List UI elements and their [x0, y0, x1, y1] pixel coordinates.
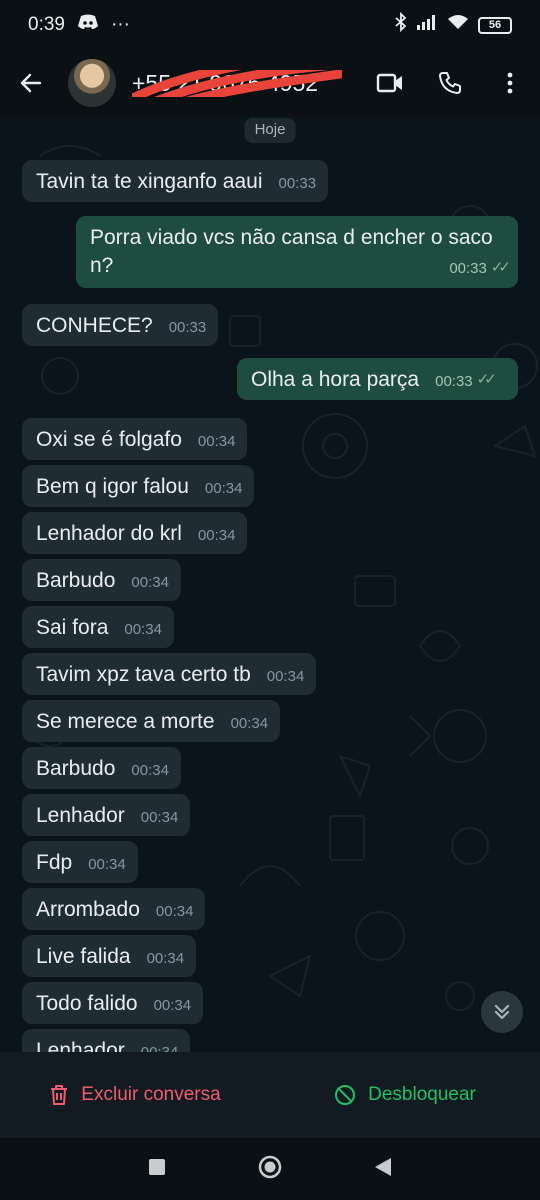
message-text: Live falida [36, 945, 131, 968]
message-time: 00:34 [197, 527, 236, 544]
wifi-icon [447, 14, 469, 36]
contact-avatar[interactable] [68, 59, 116, 107]
message-time: 00:34 [140, 809, 179, 826]
chat-area[interactable]: Hoje Tavin ta te xinganfo aaui 00:33 Por… [0, 116, 540, 1052]
message-time: 00:34 [266, 668, 305, 685]
message-text: Barbudo [36, 569, 116, 592]
message-time: 00:33 [435, 373, 473, 390]
message-time: 00:33 [168, 319, 207, 336]
video-camera-icon [376, 73, 402, 93]
chat-header: +55 21 9676 4952 [0, 50, 540, 116]
message-time: 00:34 [153, 997, 192, 1014]
blocked-actions-bar: Excluir conversa Desbloquear [0, 1052, 540, 1138]
signal-icon [416, 14, 438, 36]
message-text: Barbudo [36, 757, 116, 780]
message-text: Porra viado vcs não cansa d encher o sac… [90, 226, 493, 277]
message-text: Lenhador [36, 1039, 125, 1052]
message-bubble[interactable]: Tavin ta te xinganfo aaui 00:33 [22, 160, 329, 202]
unblock-label: Desbloquear [368, 1084, 476, 1105]
message-bubble[interactable]: Lenhador 00:34 [22, 1029, 191, 1052]
block-icon [335, 1085, 356, 1105]
message-bubble[interactable]: Fdp 00:34 [22, 841, 138, 883]
message-bubble[interactable]: Bem q igor falou 00:34 [22, 465, 255, 507]
back-nav-button[interactable] [373, 1156, 393, 1183]
home-button[interactable] [257, 1154, 283, 1185]
message-text: Tavim xpz tava certo tb [36, 663, 251, 686]
message-bubble[interactable]: CONHECE? 00:33 [22, 304, 219, 346]
menu-button[interactable] [480, 50, 540, 116]
message-bubble[interactable]: Barbudo 00:34 [22, 747, 181, 789]
message-bubble[interactable]: Tavim xpz tava certo tb 00:34 [22, 653, 317, 695]
more-notifications-icon: ··· [110, 14, 130, 35]
discord-icon [77, 14, 99, 36]
voice-call-button[interactable] [420, 50, 480, 116]
message-time: 00:34 [88, 856, 126, 873]
message-bubble[interactable]: Arrombado 00:34 [22, 888, 206, 930]
triangle-back-icon [375, 1157, 391, 1176]
message-bubble[interactable]: Sai fora 00:34 [22, 606, 174, 648]
message-text: Tavin ta te xinganfo aaui [36, 170, 263, 193]
redaction-scribble [132, 69, 342, 97]
message-bubble[interactable]: Porra viado vcs não cansa d encher o sac… [76, 216, 518, 288]
message-time: 00:34 [155, 903, 194, 920]
message-time: 00:33 [278, 175, 317, 192]
message-text: Arrombado [36, 898, 140, 921]
message-text: Olha a hora parça [251, 368, 420, 391]
message-time: 00:34 [131, 762, 169, 779]
status-bar: 0:39 ··· 56 [0, 0, 540, 50]
trash-icon [51, 1085, 68, 1105]
message-bubble[interactable]: Live falida 00:34 [22, 935, 197, 977]
back-button[interactable] [0, 50, 62, 116]
message-time: 00:33 [449, 260, 487, 277]
circle-icon [258, 1155, 282, 1178]
message-text: Lenhador do krl [36, 522, 182, 545]
message-bubble[interactable]: Oxi se é folgafo 00:34 [22, 418, 248, 460]
message-bubble[interactable]: Olha a hora parça 00:33 ✓✓ [237, 358, 518, 400]
message-bubble[interactable]: Se merece a morte 00:34 [22, 700, 281, 742]
message-bubble[interactable]: Lenhador do krl 00:34 [22, 512, 248, 554]
message-text: Todo falido [36, 992, 138, 1015]
date-chip: Hoje [244, 118, 296, 143]
unblock-button[interactable]: Desbloquear [270, 1084, 540, 1106]
message-text: CONHECE? [36, 314, 153, 337]
message-time: 00:34 [197, 433, 236, 450]
message-time: 00:34 [141, 1039, 179, 1052]
message-time: 00:34 [131, 574, 169, 591]
message-time: 00:34 [204, 480, 243, 497]
message-text: Fdp [36, 851, 73, 874]
battery-icon: 56 [478, 16, 512, 34]
message-bubble[interactable]: Todo falido 00:34 [22, 982, 204, 1024]
video-call-button[interactable] [360, 50, 420, 116]
recents-button[interactable] [147, 1157, 167, 1182]
message-text: Bem q igor falou [36, 475, 189, 498]
message-bubble[interactable]: Barbudo 00:34 [22, 559, 181, 601]
message-text: Lenhador [36, 804, 125, 827]
phone-icon [439, 72, 461, 94]
double-check-icon: ✓✓ [490, 259, 511, 276]
bluetooth-icon [395, 11, 407, 38]
message-time: 00:34 [146, 950, 185, 967]
scroll-to-bottom-button[interactable] [481, 991, 523, 1033]
message-text: Se merece a morte [36, 710, 215, 733]
double-check-icon: ✓✓ [476, 371, 497, 388]
square-icon [149, 1158, 165, 1175]
contact-info[interactable]: +55 21 9676 4952 [132, 69, 342, 97]
arrow-left-icon [20, 73, 42, 93]
message-text: Sai fora [36, 616, 109, 639]
message-bubble[interactable]: Lenhador 00:34 [22, 794, 191, 836]
message-time: 00:34 [124, 621, 162, 638]
status-time: 0:39 [28, 14, 65, 35]
double-chevron-down-icon [494, 1004, 510, 1020]
message-time: 00:34 [230, 715, 269, 732]
system-navigation-bar [0, 1138, 540, 1200]
message-text: Oxi se é folgafo [36, 428, 182, 451]
more-vertical-icon [507, 72, 513, 94]
delete-conversation-button[interactable]: Excluir conversa [0, 1084, 270, 1106]
delete-conversation-label: Excluir conversa [81, 1084, 221, 1105]
